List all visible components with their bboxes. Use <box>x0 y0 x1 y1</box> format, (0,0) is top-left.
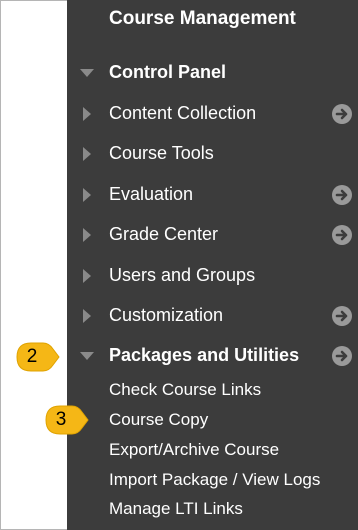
arrow-right-circle-icon[interactable] <box>332 306 352 326</box>
triangle-right-icon <box>83 228 91 242</box>
step-3-label: 3 <box>55 409 67 430</box>
menu-item-users-and-groups[interactable]: Users and Groups <box>67 261 358 291</box>
menu-item-label: Customization <box>109 305 224 325</box>
triangle-right-icon <box>83 147 91 161</box>
menu-item-grade-center[interactable]: Grade Center <box>67 220 358 250</box>
triangle-down-icon <box>80 352 94 360</box>
arrow-right-circle-icon[interactable] <box>332 346 352 366</box>
triangle-down-icon <box>80 69 94 77</box>
step-2-label: 2 <box>26 346 38 367</box>
arrow-right-circle-icon[interactable] <box>332 225 352 245</box>
arrow-right-circle-icon[interactable] <box>332 185 352 205</box>
submenu-check-course-links[interactable]: Check Course Links <box>109 380 261 400</box>
triangle-right-icon <box>83 107 91 121</box>
menu-item-label: Course Tools <box>109 143 214 163</box>
menu-item-label: Packages and Utilities <box>109 345 300 365</box>
step-3-callout: 3 <box>42 402 90 438</box>
control-panel-label: Control Panel <box>109 62 227 82</box>
triangle-right-icon <box>83 309 91 323</box>
menu-item-customization[interactable]: Customization <box>67 301 358 331</box>
arrow-right-circle-icon[interactable] <box>332 104 352 124</box>
menu-item-packages-and-utilities[interactable]: Packages and Utilities <box>67 341 358 371</box>
submenu-course-copy[interactable]: Course Copy <box>109 410 208 430</box>
menu-item-label: Evaluation <box>109 184 194 204</box>
triangle-right-icon <box>83 188 91 202</box>
submenu-import-package-view-logs[interactable]: Import Package / View Logs <box>109 470 320 490</box>
submenu-manage-lti-links[interactable]: Manage LTI Links <box>109 499 243 519</box>
menu-item-evaluation[interactable]: Evaluation <box>67 180 358 210</box>
step-2-callout: 2 <box>13 339 61 375</box>
course-management-heading: Course Management <box>109 8 296 29</box>
triangle-right-icon <box>83 269 91 283</box>
control-panel-header[interactable]: Control Panel <box>67 58 358 88</box>
menu-item-label: Grade Center <box>109 224 219 244</box>
menu-item-label: Content Collection <box>109 103 257 123</box>
menu-item-content-collection[interactable]: Content Collection <box>67 99 358 129</box>
menu-item-label: Users and Groups <box>109 265 256 285</box>
submenu-export-archive-course[interactable]: Export/Archive Course <box>109 440 279 460</box>
menu-item-course-tools[interactable]: Course Tools <box>67 139 358 169</box>
